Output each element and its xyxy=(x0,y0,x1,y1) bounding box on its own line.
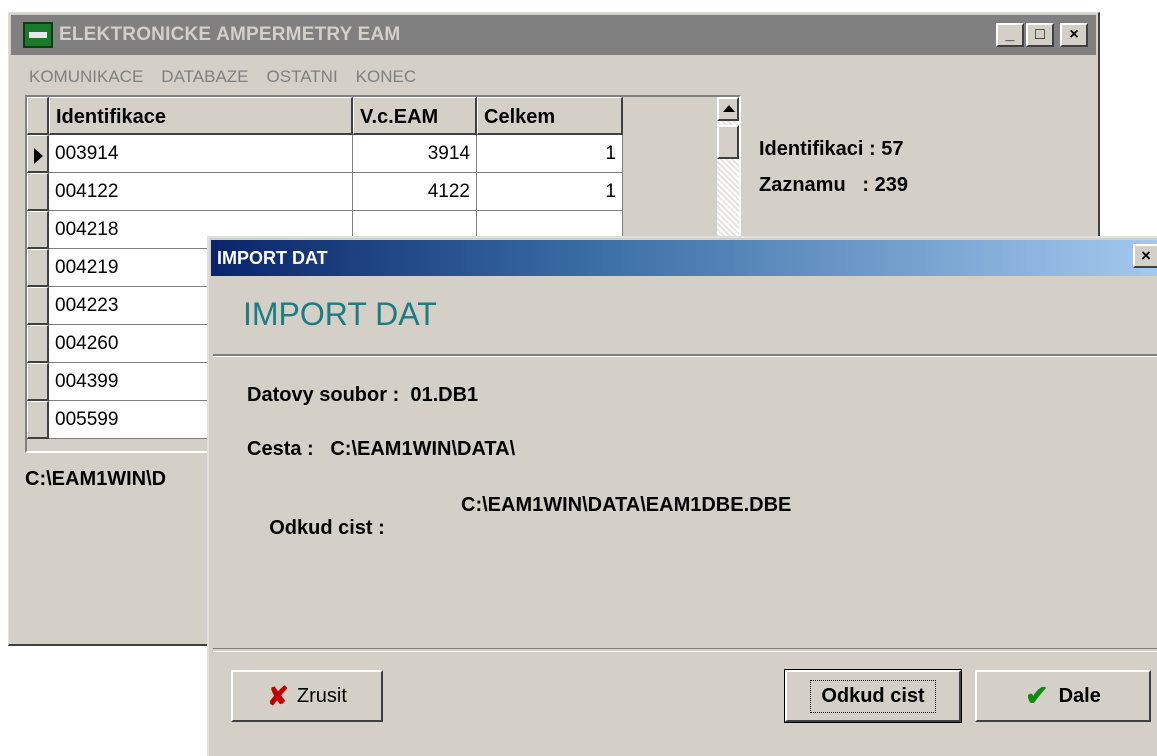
main-title-bar[interactable]: ELEKTRONICKE AMPERMETRY EAM _ □ × xyxy=(11,15,1096,55)
cancel-button-label: Zrusit xyxy=(296,684,347,707)
odkud-label: Odkud cist : xyxy=(269,517,385,539)
row-indicator[interactable] xyxy=(27,249,49,287)
table-row[interactable]: 004122 4122 1 xyxy=(27,173,623,211)
column-header-celkem[interactable]: Celkem xyxy=(477,97,623,135)
app-icon xyxy=(23,22,53,48)
row-indicator[interactable] xyxy=(27,401,49,439)
cell-identifikace[interactable]: 003914 xyxy=(49,135,353,173)
row-indicator[interactable] xyxy=(27,363,49,401)
column-header-vc-eam[interactable]: V.c.EAM xyxy=(353,97,477,135)
grid-header-row: Identifikace V.c.EAM Celkem xyxy=(27,97,623,135)
stats-panel: Identifikaci : 57 Zaznamu : 239 xyxy=(759,131,908,203)
column-header-identifikace[interactable]: Identifikace xyxy=(49,97,353,135)
menu-bar: KOMUNIKACE DATABAZE OSTATNI KONEC xyxy=(11,63,416,91)
odkud-cist-button-label: Odkud cist xyxy=(810,679,936,713)
datovy-soubor-field: Datovy soubor : 01.DB1 xyxy=(247,384,479,406)
table-row[interactable]: 003914 3914 1 xyxy=(27,135,623,173)
path-status: C:\EAM1WIN\D xyxy=(25,468,167,490)
row-indicator[interactable] xyxy=(27,287,49,325)
odkud-cist-button[interactable]: Odkud cist xyxy=(784,669,962,723)
cancel-button[interactable]: ✘ Zrusit xyxy=(231,670,383,722)
main-window-title: ELEKTRONICKE AMPERMETRY EAM xyxy=(59,24,401,45)
scroll-thumb[interactable] xyxy=(717,125,739,159)
cell-vc-eam[interactable]: 3914 xyxy=(353,135,477,173)
arrow-up-icon xyxy=(723,105,735,112)
cesta-field: Cesta : C:\EAM1WIN\DATA\ xyxy=(247,438,516,460)
dialog-header: IMPORT DAT xyxy=(213,278,1157,356)
cell-vc-eam[interactable]: 4122 xyxy=(353,173,477,211)
scroll-up-button[interactable] xyxy=(717,97,739,121)
row-indicator[interactable] xyxy=(27,135,49,173)
menu-ostatni[interactable]: OSTATNI xyxy=(267,63,338,91)
zaznamu-count: Zaznamu : 239 xyxy=(759,174,908,196)
maximize-button[interactable]: □ xyxy=(1026,23,1054,47)
menu-komunikace[interactable]: KOMUNIKACE xyxy=(29,63,143,91)
cell-identifikace[interactable]: 004122 xyxy=(49,173,353,211)
import-dialog: IMPORT DAT × IMPORT DAT Datovy soubor : … xyxy=(207,236,1157,756)
row-indicator[interactable] xyxy=(27,211,49,249)
current-row-pointer-icon xyxy=(34,148,43,164)
row-indicator[interactable] xyxy=(27,325,49,363)
cell-celkem[interactable]: 1 xyxy=(477,135,623,173)
minimize-button[interactable]: _ xyxy=(996,23,1024,47)
dialog-divider xyxy=(213,648,1157,652)
dialog-title-bar[interactable]: IMPORT DAT xyxy=(211,240,1157,276)
menu-konec[interactable]: KONEC xyxy=(356,63,416,91)
identifikaci-count: Identifikaci : 57 xyxy=(759,138,904,160)
dialog-close-button[interactable]: × xyxy=(1133,244,1157,268)
check-icon: ✔ xyxy=(1025,680,1049,711)
next-button-label: Dale xyxy=(1058,684,1101,707)
header-indicator-cell xyxy=(27,97,49,135)
dialog-title: IMPORT DAT xyxy=(217,248,328,268)
dialog-heading: IMPORT DAT xyxy=(243,296,437,332)
close-button[interactable]: × xyxy=(1060,23,1088,47)
cross-icon: ✘ xyxy=(267,681,289,711)
menu-databaze[interactable]: DATABAZE xyxy=(161,63,248,91)
odkud-field: Odkud cist : C:\EAM1WIN\DATA\EAM1DBE.DBE xyxy=(247,494,791,586)
odkud-value: C:\EAM1WIN\DATA\EAM1DBE.DBE xyxy=(461,494,792,516)
row-indicator[interactable] xyxy=(27,173,49,211)
cell-celkem[interactable]: 1 xyxy=(477,173,623,211)
next-button[interactable]: ✔ Dale xyxy=(975,670,1151,722)
